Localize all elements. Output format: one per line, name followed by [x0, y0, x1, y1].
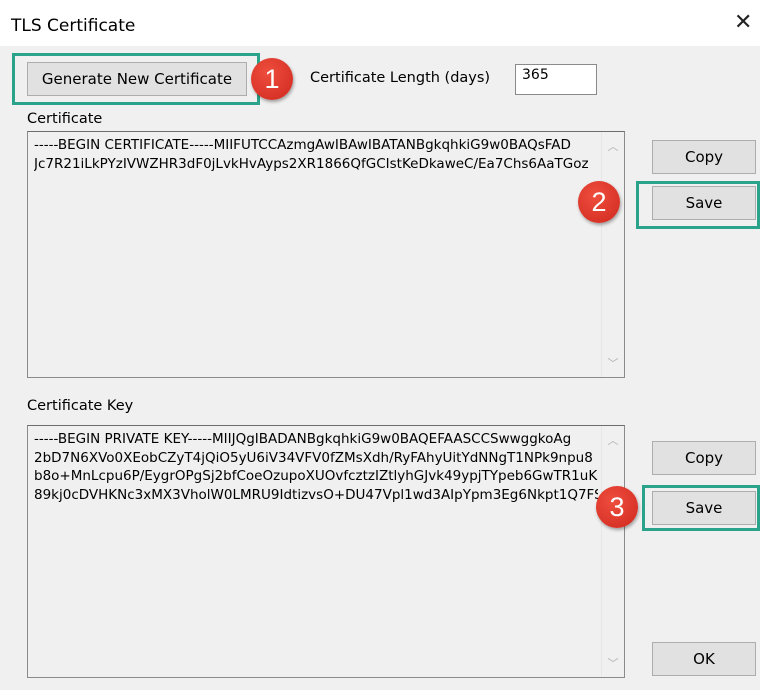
certificate-length-input[interactable]: 365: [515, 64, 597, 95]
scroll-up-icon[interactable]: ︿: [602, 138, 624, 154]
certificate-key-label: Certificate Key: [27, 398, 134, 414]
generate-new-certificate-button[interactable]: Generate New Certificate: [27, 62, 247, 96]
certificate-scrollbar[interactable]: ︿ ﹀: [601, 132, 624, 377]
key-line: -----BEGIN PRIVATE KEY-----MIIJQgIBADANB…: [34, 431, 572, 447]
certificate-key-text: -----BEGIN PRIVATE KEY-----MIIJQgIBADANB…: [34, 430, 598, 504]
certificate-text: -----BEGIN CERTIFICATE-----MIIFUTCCAzmgA…: [34, 136, 598, 173]
key-line: b8o+MnLcpu6P/EygrOPgSj2bfCoeOzupoXUOvfcz…: [34, 468, 598, 484]
certificate-key-copy-button[interactable]: Copy: [652, 441, 756, 475]
title-bar: TLS Certificate ✕: [0, 0, 760, 46]
certificate-key-save-button[interactable]: Save: [652, 491, 756, 525]
tls-certificate-dialog: TLS Certificate ✕ Generate New Certifica…: [0, 0, 760, 690]
certificate-key-textarea[interactable]: -----BEGIN PRIVATE KEY-----MIIJQgIBADANB…: [27, 425, 625, 678]
certificate-key-scrollbar[interactable]: ︿ ﹀: [601, 426, 624, 677]
key-line: 2bD7N6XVo0XEobCZyT4jQiO5yU6iV34VFV0fZMsX…: [34, 449, 593, 466]
certificate-copy-button[interactable]: Copy: [652, 140, 756, 174]
certificate-line: Jc7R21iLkPYzIVWZHR3dF0jLvkHvAyps2XR1866Q…: [34, 155, 589, 172]
scroll-up-icon[interactable]: ︿: [602, 432, 624, 448]
close-icon[interactable]: ✕: [734, 12, 752, 34]
step-2-badge: 2: [578, 181, 620, 223]
step-3-badge: 3: [596, 486, 638, 528]
certificate-line: -----BEGIN CERTIFICATE-----MIIFUTCCAzmgA…: [34, 137, 571, 153]
scroll-down-icon[interactable]: ﹀: [602, 355, 624, 371]
ok-button[interactable]: OK: [652, 642, 756, 676]
certificate-textarea[interactable]: -----BEGIN CERTIFICATE-----MIIFUTCCAzmgA…: [27, 131, 625, 378]
key-line: 89kj0cDVHKNc3xMX3VholW0LMRU9IdtizvsO+DU4…: [34, 486, 598, 503]
certificate-label: Certificate: [27, 111, 103, 127]
certificate-length-label: Certificate Length (days): [310, 70, 491, 86]
dialog-title: TLS Certificate: [11, 16, 136, 36]
scroll-down-icon[interactable]: ﹀: [602, 655, 624, 671]
step-1-badge: 1: [251, 58, 293, 100]
certificate-save-button[interactable]: Save: [652, 186, 756, 220]
